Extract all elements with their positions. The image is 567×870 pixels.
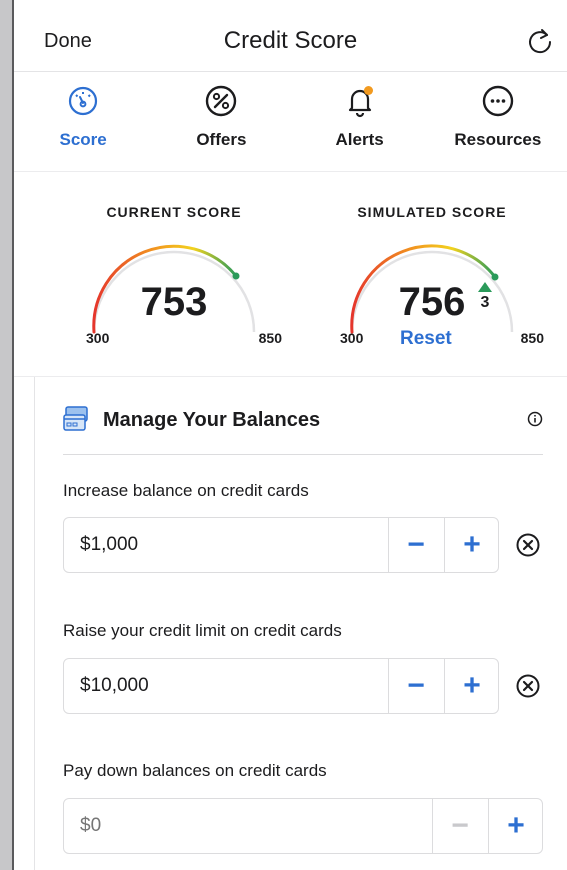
current-score-value: 753 — [140, 280, 208, 324]
simulated-score-max: 850 — [520, 330, 544, 346]
card-title: Manage Your Balances — [103, 409, 321, 431]
tab-label: Alerts — [335, 130, 384, 149]
raise-limit-field: − + — [63, 658, 499, 714]
bell-icon — [348, 86, 373, 118]
percent-icon — [206, 85, 237, 117]
clear-icon[interactable] — [515, 532, 541, 558]
card-header: Manage Your Balances — [63, 405, 543, 455]
tab-label: Resources — [454, 130, 542, 149]
current-score-max: 850 — [258, 330, 282, 346]
simulated-score-min: 300 — [340, 330, 364, 346]
tab-offers[interactable]: Offers — [152, 72, 290, 171]
raise-limit-input[interactable] — [64, 659, 388, 713]
simulated-score-block: SIMULATED SCORE 756 3 300 Reset 850 — [332, 172, 544, 377]
up-arrow-icon — [478, 282, 492, 292]
score-delta-value: 3 — [480, 294, 490, 311]
plus-icon: + — [463, 528, 481, 561]
plus-icon: + — [507, 809, 525, 842]
nav-header: Done Credit Score — [14, 0, 567, 72]
app-frame: Done Credit Score Score Offers Alerts Re… — [12, 0, 567, 870]
tab-score[interactable]: Score — [14, 72, 152, 171]
current-score-heading: CURRENT SCORE — [106, 204, 242, 220]
tab-label: Offers — [196, 130, 247, 149]
increase-balance-input[interactable] — [64, 518, 388, 572]
score-panel: CURRENT SCORE 753 300 850 SIMULATED SCOR… — [14, 172, 567, 377]
pay-down-label: Pay down balances on credit cards — [63, 761, 327, 780]
raise-limit-label: Raise your credit limit on credit cards — [63, 621, 342, 640]
pay-down-input[interactable] — [64, 799, 388, 853]
increase-balance-field: − + — [63, 517, 499, 573]
tab-alerts[interactable]: Alerts — [291, 72, 429, 171]
decrement-button[interactable]: − — [388, 659, 443, 713]
page-title: Credit Score — [223, 27, 358, 54]
more-icon — [482, 85, 514, 117]
decrement-button[interactable]: − — [432, 799, 487, 853]
current-score-min: 300 — [86, 330, 110, 346]
reset-button[interactable]: Reset — [400, 328, 452, 350]
clear-icon[interactable] — [515, 673, 541, 699]
minus-icon: − — [407, 528, 425, 561]
minus-icon: − — [407, 669, 425, 702]
increment-button[interactable]: + — [488, 799, 543, 853]
increment-button[interactable]: + — [444, 518, 499, 572]
plus-icon: + — [463, 669, 481, 702]
tab-resources[interactable]: Resources — [429, 72, 567, 171]
tab-bar: Score Offers Alerts Resources — [14, 72, 567, 172]
refresh-icon[interactable] — [525, 26, 555, 56]
decrement-button[interactable]: − — [388, 518, 443, 572]
simulated-score-heading: SIMULATED SCORE — [357, 204, 507, 220]
current-score-block: CURRENT SCORE 753 300 850 — [74, 172, 282, 377]
simulated-score-value: 756 — [398, 280, 466, 324]
increment-button[interactable]: + — [444, 659, 499, 713]
minus-icon: − — [451, 809, 469, 842]
speedometer-icon — [69, 86, 98, 116]
info-icon[interactable] — [527, 411, 543, 427]
tab-label: Score — [59, 130, 107, 149]
score-delta: 3 — [475, 282, 495, 312]
credit-cards-icon — [63, 406, 88, 431]
pay-down-field: − + — [63, 798, 543, 854]
manage-balances-card: Manage Your Balances Increase balance on… — [34, 377, 567, 870]
increase-balance-label: Increase balance on credit cards — [63, 481, 309, 500]
